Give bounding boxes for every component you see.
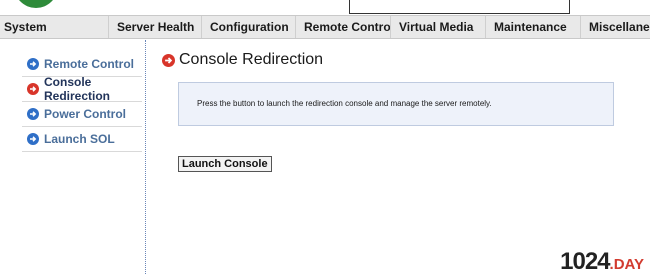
header-box <box>349 0 570 14</box>
nav-item-system[interactable]: System <box>0 16 108 38</box>
nav-item-virtual-media[interactable]: Virtual Media <box>390 16 485 38</box>
sidebar: Remote Control Console Redirection Power… <box>22 52 142 152</box>
arrow-right-circle-icon <box>27 108 39 120</box>
arrow-right-circle-icon <box>27 58 39 70</box>
main-nav: System Server Health Configuration Remot… <box>0 15 650 39</box>
sidebar-item-launch-sol[interactable]: Launch SOL <box>22 127 142 152</box>
arrow-right-circle-icon <box>162 53 175 67</box>
sidebar-item-label: Power Control <box>44 107 127 121</box>
logo <box>14 0 58 8</box>
arrow-right-circle-icon <box>27 83 39 95</box>
sidebar-item-power-control[interactable]: Power Control <box>22 102 142 127</box>
launch-console-button[interactable]: Launch Console <box>178 156 272 172</box>
watermark-number: 1024 <box>560 248 610 274</box>
sidebar-item-label: Launch SOL <box>44 132 115 146</box>
sidebar-divider <box>145 40 146 274</box>
nav-item-server-health[interactable]: Server Health <box>108 16 201 38</box>
page-title-text: Console Redirection <box>179 51 324 68</box>
page-title: Console Redirection <box>162 51 323 69</box>
nav-item-miscellaneous[interactable]: Miscellaneous <box>580 16 650 38</box>
top-strip <box>0 0 650 15</box>
nav-item-maintenance[interactable]: Maintenance <box>485 16 580 38</box>
sidebar-item-remote-control[interactable]: Remote Control <box>22 52 142 77</box>
watermark: 1024.DAY <box>560 250 644 274</box>
sidebar-item-label: Remote Control <box>44 57 134 71</box>
nav-item-configuration[interactable]: Configuration <box>201 16 295 38</box>
info-message: Press the button to launch the redirecti… <box>178 82 614 126</box>
arrow-right-circle-icon <box>27 133 39 145</box>
sidebar-item-label: Console Redirection <box>44 75 111 103</box>
watermark-suffix: .DAY <box>609 256 644 273</box>
nav-item-remote-control[interactable]: Remote Control <box>295 16 390 38</box>
sidebar-item-console-redirection[interactable]: Console Redirection <box>22 75 142 103</box>
page: System Server Health Configuration Remot… <box>0 0 650 274</box>
